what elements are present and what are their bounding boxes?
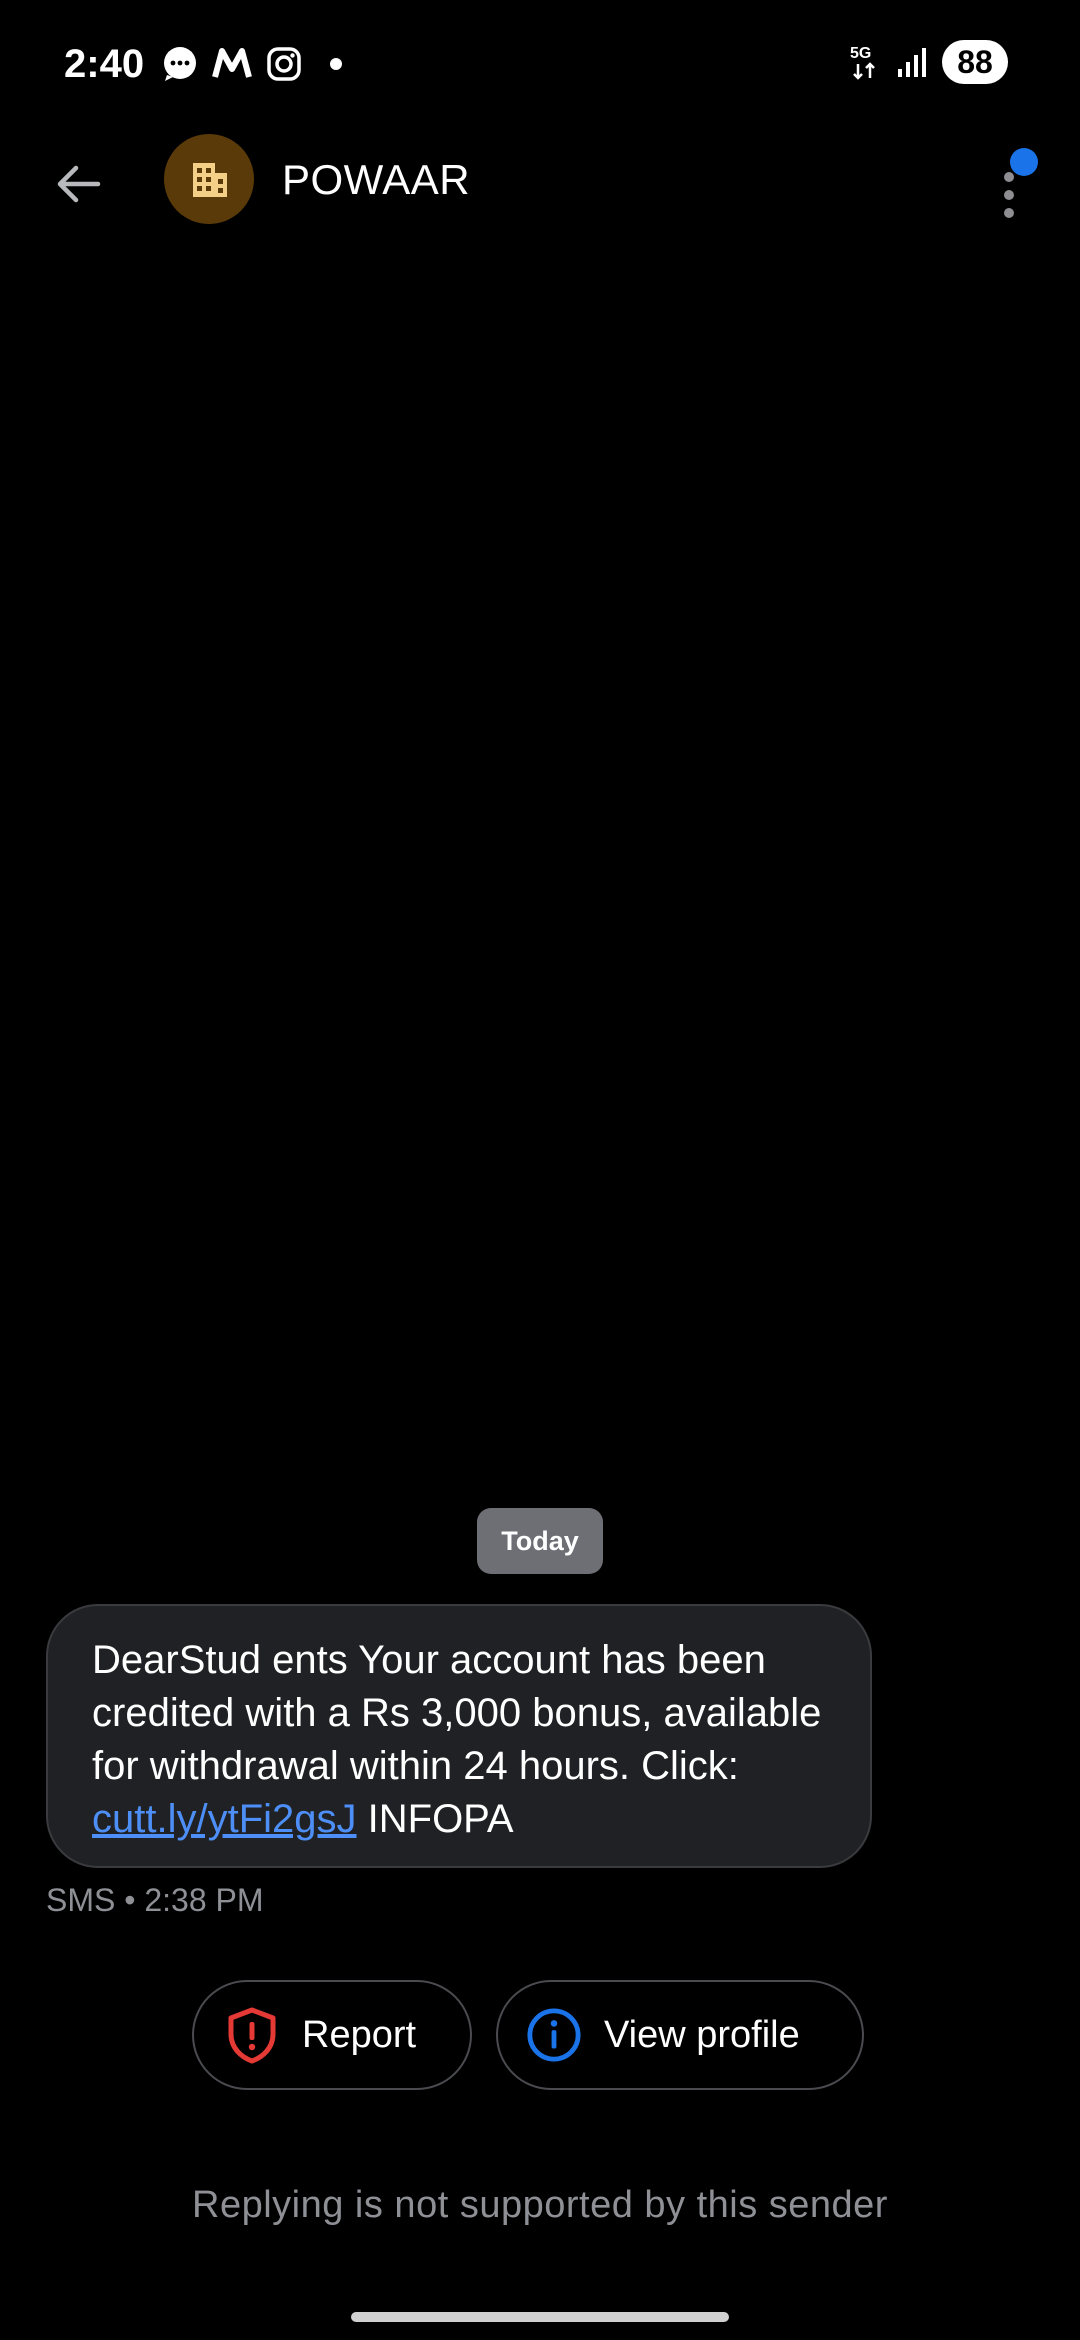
building-icon [193, 163, 227, 197]
view-profile-button[interactable]: View profile [496, 1980, 864, 2090]
notification-badge [1010, 148, 1038, 176]
5g-icon: 5G [848, 42, 884, 82]
message-body: DearStud ents Your account has been cred… [92, 1638, 822, 1788]
dot-icon [316, 44, 356, 84]
system-icons: 5G 88 [848, 40, 1008, 84]
battery-icon: 88 [942, 40, 1008, 84]
message-tail: INFOPA [356, 1797, 514, 1841]
status-bar: 2:40 5G 88 [0, 0, 1080, 130]
more-vert-icon-dot [1004, 208, 1014, 218]
arrow-back-icon [57, 165, 101, 203]
report-shield-icon [224, 2007, 280, 2064]
view-profile-label: View profile [604, 2013, 800, 2056]
home-indicator[interactable] [351, 2312, 729, 2322]
contact-name[interactable]: POWAAR [282, 152, 470, 208]
signal-icon [896, 45, 930, 79]
avatar[interactable] [164, 134, 254, 224]
date-chip: Today [477, 1508, 603, 1574]
more-vert-icon [1004, 172, 1014, 182]
report-label: Report [302, 2013, 417, 2056]
message-link[interactable]: cutt.ly/ytFi2gsJ [92, 1797, 357, 1841]
more-options-button[interactable] [980, 144, 1040, 224]
myntra-icon [212, 44, 252, 84]
reply-not-supported-note: Replying is not supported by this sender [192, 2184, 888, 2226]
app-bar: POWAAR [0, 130, 1080, 230]
message-text: DearStud ents Your account has been cred… [92, 1634, 830, 1846]
status-time: 2:40 [64, 42, 145, 86]
instagram-icon [264, 44, 304, 84]
svg-text:5G: 5G [850, 45, 871, 62]
info-icon [526, 2007, 582, 2063]
report-button[interactable]: Report [192, 1980, 472, 2090]
more-vert-icon-dot [1004, 190, 1014, 200]
message-meta: SMS • 2:38 PM [46, 1882, 264, 1918]
notification-icons [160, 44, 356, 84]
back-button[interactable] [46, 152, 110, 216]
message-bubble[interactable]: DearStud ents Your account has been cred… [46, 1604, 872, 1868]
messages-icon [160, 44, 200, 84]
